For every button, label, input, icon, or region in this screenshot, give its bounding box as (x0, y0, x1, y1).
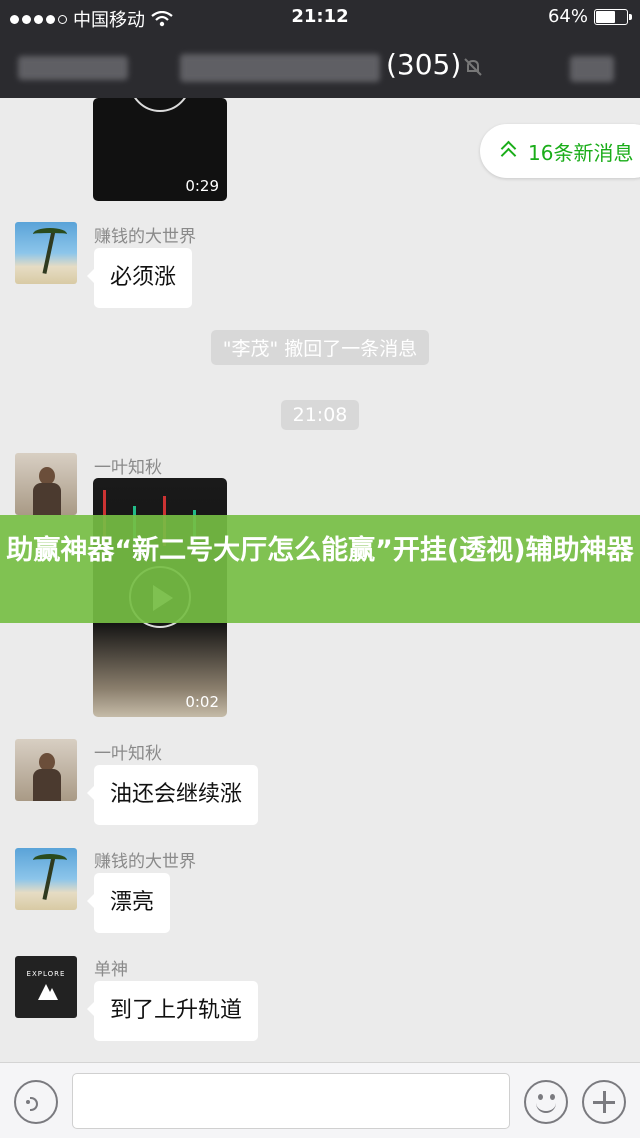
chat-header: (305) (0, 34, 640, 98)
member-count: (305) (386, 48, 462, 81)
double-chevron-up-icon (500, 141, 516, 161)
mute-bell-icon (464, 58, 482, 76)
beach-avatar[interactable] (15, 222, 77, 284)
sender-name: 一叶知秋 (94, 744, 162, 764)
group-name-redacted (180, 54, 380, 82)
video-duration: 0:29 (185, 177, 219, 195)
explore-avatar[interactable]: EXPLORE (15, 956, 77, 1018)
top-bar: 中国移动 21:12 64% (305) (0, 0, 640, 98)
timestamp: 21:08 (0, 400, 640, 430)
recall-notice-text: "李茂" 撤回了一条消息 (210, 330, 430, 365)
battery-percent: 64% (547, 6, 588, 27)
sender-name: 一叶知秋 (94, 458, 162, 478)
play-icon (129, 98, 191, 112)
message-bubble[interactable]: 到了上升轨道 (86, 981, 259, 1041)
voice-icon[interactable] (14, 1080, 58, 1124)
video-duration: 0:02 (185, 693, 219, 711)
person-avatar[interactable] (15, 453, 77, 515)
new-messages-button[interactable]: 16条新消息 (480, 124, 640, 178)
input-bar (0, 1062, 640, 1138)
sender-name: 单神 (94, 960, 128, 980)
plus-icon[interactable] (582, 1080, 626, 1124)
emoji-icon[interactable] (524, 1080, 568, 1124)
new-messages-label: 16条新消息 (528, 140, 634, 165)
back-button[interactable] (18, 56, 128, 80)
message-bubble[interactable]: 漂亮 (86, 873, 171, 933)
battery-icon (594, 8, 632, 25)
message-input[interactable] (72, 1073, 510, 1129)
sender-name: 赚钱的大世界 (94, 852, 196, 872)
beach-avatar[interactable] (15, 848, 77, 910)
message-bubble[interactable]: 油还会继续涨 (86, 765, 259, 825)
person-avatar[interactable] (15, 739, 77, 801)
avatar-logo-text: EXPLORE (26, 970, 66, 978)
status-time: 21:12 (291, 6, 349, 27)
message-bubble[interactable]: 必须涨 (86, 248, 193, 308)
group-info-button[interactable] (570, 56, 614, 82)
recall-notice: "李茂" 撤回了一条消息 (0, 330, 640, 365)
sender-name: 赚钱的大世界 (94, 227, 196, 247)
promo-banner: 助赢神器“新二号大厅怎么能赢”开挂(透视)辅助神器 (0, 515, 640, 623)
video-message[interactable]: 0:29 (93, 98, 227, 201)
timestamp-text: 21:08 (280, 400, 360, 430)
status-bar: 中国移动 21:12 64% (0, 0, 640, 34)
